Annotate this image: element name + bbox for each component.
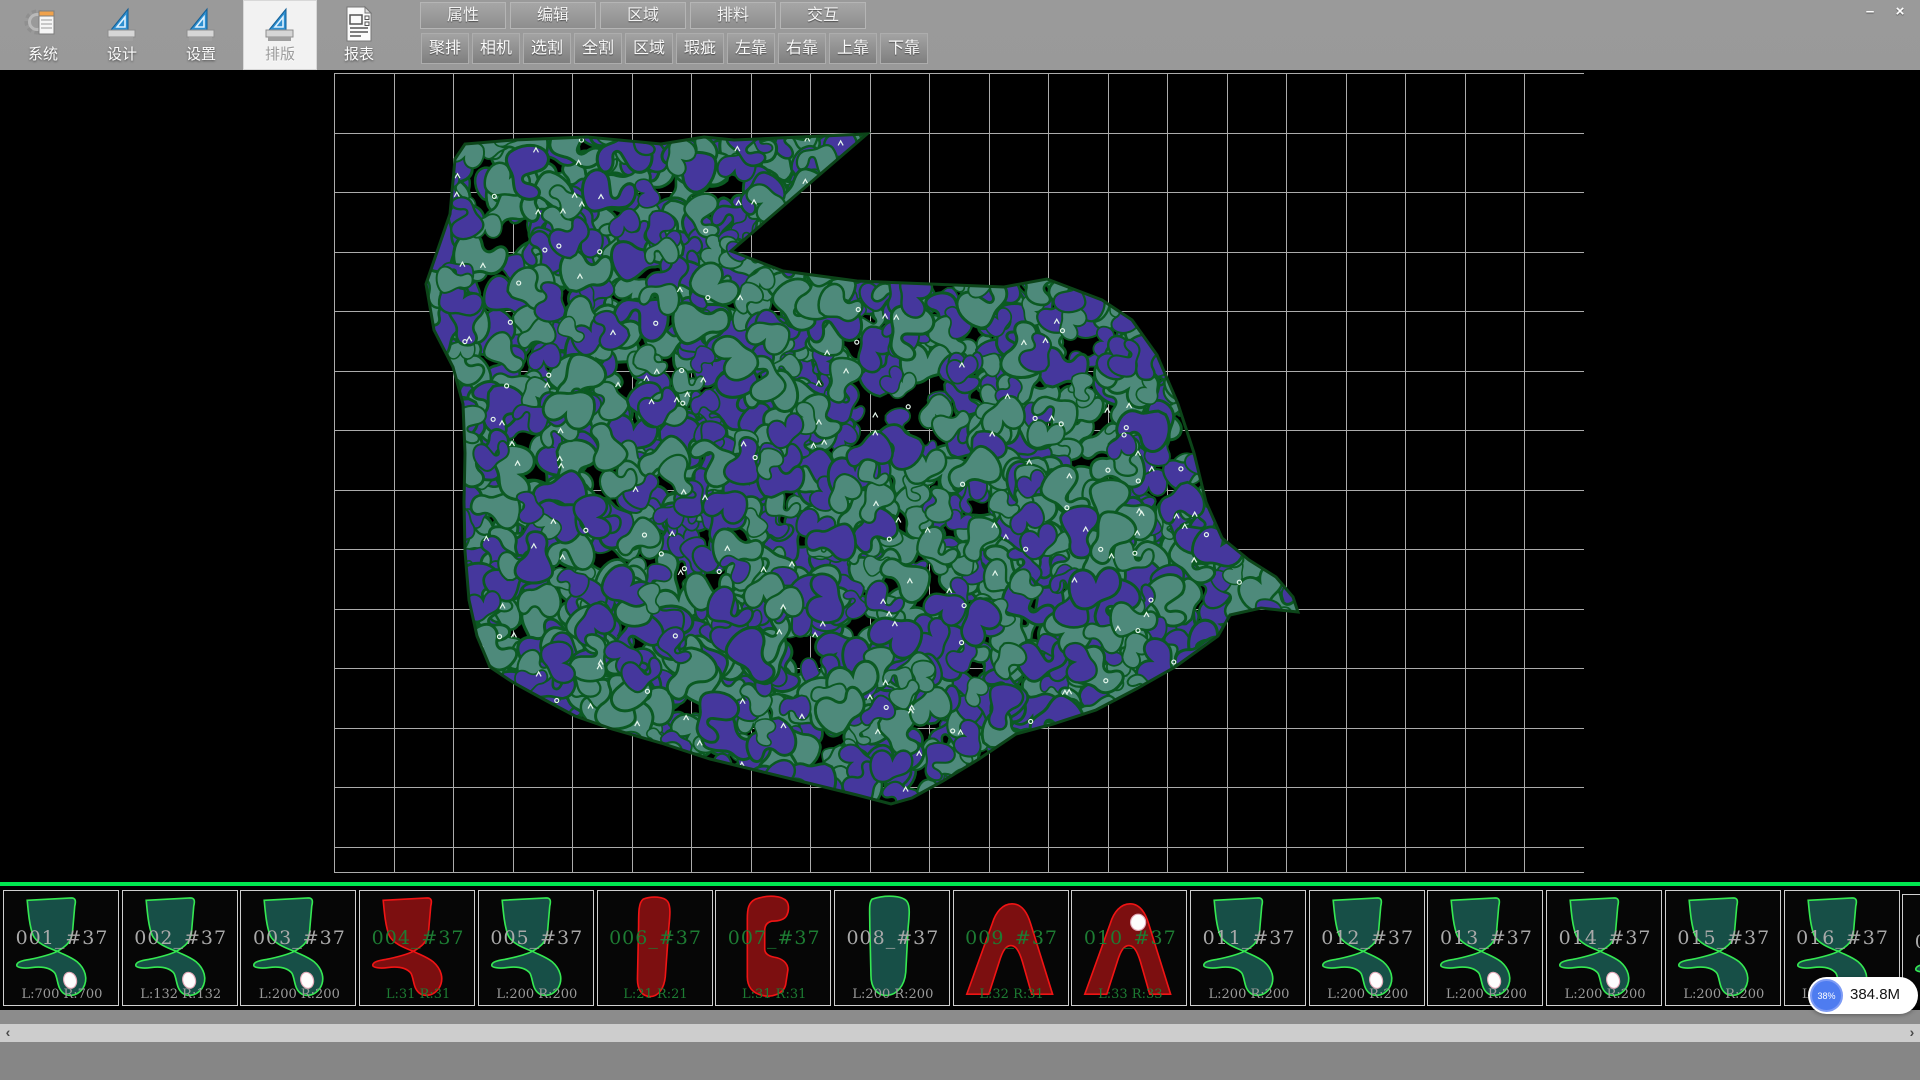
nav-button-设计[interactable]: 设计: [85, 0, 159, 70]
piece-shape-svg: [123, 891, 238, 1006]
tool-button-区域[interactable]: 区域: [625, 33, 673, 64]
piece-thumbnail-011_#37[interactable]: 011_#37 L:200 R:200: [1190, 890, 1306, 1006]
piece-thumbnail-013_#37[interactable]: 013_#37 L:200 R:200: [1427, 890, 1543, 1006]
tool-button-瑕疵[interactable]: 瑕疵: [676, 33, 724, 64]
piece-shape-svg: [1072, 891, 1187, 1006]
ruler-triangle-icon: [181, 2, 221, 42]
nav-button-设置[interactable]: 设置: [164, 0, 238, 70]
scroll-right-arrow-icon[interactable]: ›: [1904, 1024, 1920, 1042]
piece-shape-svg: [479, 891, 594, 1006]
tool-button-下靠[interactable]: 下靠: [880, 33, 928, 64]
piece-thumbnail-006_#37[interactable]: 006_#37 L:21 R:21: [597, 890, 713, 1006]
tool-button-上靠[interactable]: 上靠: [829, 33, 877, 64]
tool-button-聚排[interactable]: 聚排: [421, 33, 469, 64]
horizontal-scrollbar[interactable]: ‹ ›: [0, 1024, 1920, 1042]
piece-shape-svg: [4, 891, 119, 1006]
piece-shape-svg: [1547, 891, 1662, 1006]
hide-grid-svg: [334, 73, 1584, 873]
piece-thumbnail-015_#37[interactable]: 015_#37 L:200 R:200: [1665, 890, 1781, 1006]
tool-button-相机[interactable]: 相机: [472, 33, 520, 64]
menu-tab-排料[interactable]: 排料: [690, 2, 776, 29]
nav-button-label: 设置: [186, 43, 216, 64]
nav-button-系统[interactable]: 系统: [6, 0, 80, 70]
piece-shape-svg: [360, 891, 475, 1006]
piece-thumbnail-007_#37[interactable]: 007_#37 L:31 R:31: [715, 890, 831, 1006]
piece-thumbnail-005_#37[interactable]: 005_#37 L:200 R:200: [478, 890, 594, 1006]
report-doc-icon: [339, 2, 379, 42]
nav-button-label: 设计: [107, 43, 137, 64]
gear-doc-icon: [23, 2, 63, 42]
nav-button-label: 排版: [265, 43, 295, 64]
piece-shape-svg: [954, 891, 1069, 1006]
memory-status-pill: 38% 384.8M: [1808, 977, 1918, 1014]
piece-thumbnail-012_#37[interactable]: 012_#37 L:200 R:200: [1309, 890, 1425, 1006]
tool-button-选割[interactable]: 选割: [523, 33, 571, 64]
piece-thumbnail-008_#37[interactable]: 008_#37 L:200 R:200: [834, 890, 950, 1006]
memory-usage-label: 384.8M: [1850, 986, 1900, 1003]
tool-button-右靠[interactable]: 右靠: [778, 33, 826, 64]
window-bottom-band: [0, 1042, 1920, 1080]
piece-thumbnail-009_#37[interactable]: 009_#37 L:32 R:31: [953, 890, 1069, 1006]
piece-thumbnail-strip: 001_#37 L:700 R:700 002_#37 L:132 R:132 …: [0, 886, 1920, 1010]
memory-percent-badge: 38%: [1810, 979, 1843, 1012]
menu-tab-属性[interactable]: 属性: [420, 2, 506, 29]
nav-button-label: 系统: [28, 43, 58, 64]
piece-shape-svg: [1428, 891, 1543, 1006]
nav-button-报表[interactable]: 报表: [322, 0, 396, 70]
ruler-triangle-icon: [102, 2, 142, 42]
main-nav: 系统 设计 设置 排版 报表: [0, 0, 400, 70]
piece-shape-svg: [1191, 891, 1306, 1006]
nav-button-排版[interactable]: 排版: [243, 0, 317, 70]
piece-shape-svg: [241, 891, 356, 1006]
menu-tab-区域[interactable]: 区域: [600, 2, 686, 29]
nav-button-label: 报表: [344, 43, 374, 64]
tool-button-左靠[interactable]: 左靠: [727, 33, 775, 64]
piece-shape-svg: [716, 891, 831, 1006]
piece-thumbnail-003_#37[interactable]: 003_#37 L:200 R:200: [240, 890, 356, 1006]
tool-button-全割[interactable]: 全割: [574, 33, 622, 64]
scroll-left-arrow-icon[interactable]: ‹: [0, 1024, 16, 1042]
piece-thumbnail-014_#37[interactable]: 014_#37 L:200 R:200: [1546, 890, 1662, 1006]
ruler-triangle-icon: [260, 2, 300, 42]
piece-thumbnail-001_#37[interactable]: 001_#37 L:700 R:700: [3, 890, 119, 1006]
menu-tab-编辑[interactable]: 编辑: [510, 2, 596, 29]
piece-thumbnail-004_#37[interactable]: 004_#37 L:31 R:31: [359, 890, 475, 1006]
piece-shape-svg: [1310, 891, 1425, 1006]
piece-shape-svg: [598, 891, 713, 1006]
piece-shape-svg: [1666, 891, 1781, 1006]
close-button[interactable]: ×: [1886, 2, 1914, 21]
app-window: 系统设计设置排版报表 属性编辑区域排料交互 聚排相机选割全割区域瑕疵左靠右靠上靠…: [0, 0, 1920, 1080]
minimize-button[interactable]: –: [1856, 2, 1884, 21]
piece-shape-svg: [835, 891, 950, 1006]
piece-thumbnail-002_#37[interactable]: 002_#37 L:132 R:132: [122, 890, 238, 1006]
menu-tab-交互[interactable]: 交互: [780, 2, 866, 29]
piece-thumbnail-010_#37[interactable]: 010_#37 L:33 R:33: [1071, 890, 1187, 1006]
nesting-canvas[interactable]: [0, 70, 1920, 882]
